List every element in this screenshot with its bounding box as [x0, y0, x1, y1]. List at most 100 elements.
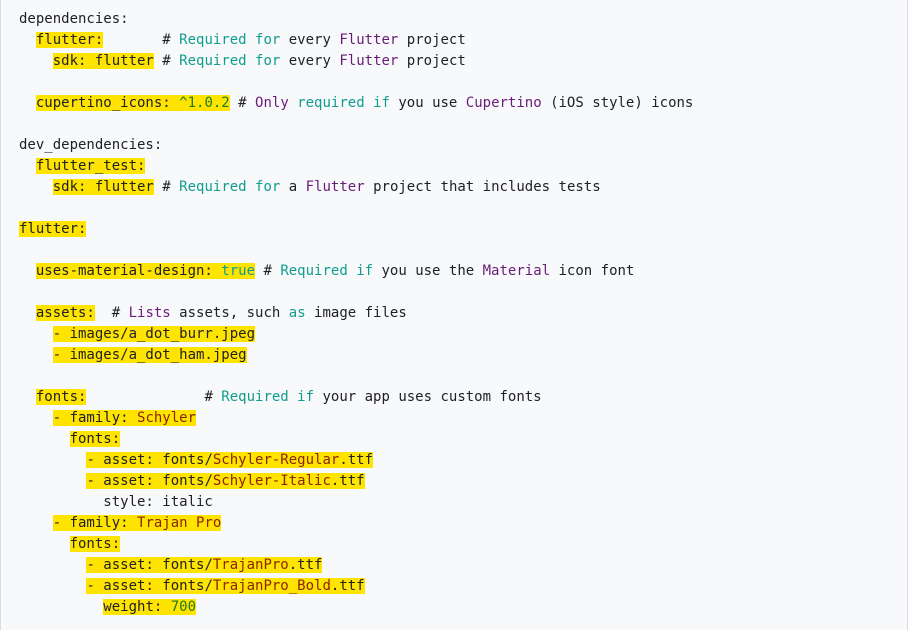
- code-token: Schyler: [137, 410, 197, 426]
- code-token: #: [86, 389, 222, 405]
- code-token: 700: [170, 599, 197, 615]
- code-token: weight:: [103, 599, 171, 615]
- code-token: flutter_test:: [35, 158, 146, 174]
- code-token: flutter:: [35, 32, 104, 48]
- code-line: - asset: fonts/Schyler-Italic.ttf: [19, 471, 693, 492]
- code-token: project: [398, 32, 466, 48]
- code-token: Flutter: [339, 53, 399, 69]
- code-line: dependencies:: [19, 9, 693, 30]
- code-line: assets: # Lists assets, such as image fi…: [19, 303, 693, 324]
- code-token: as: [288, 305, 306, 321]
- code-line: - family: Schyler: [19, 408, 693, 429]
- code-line: uses-material-design: true # Required if…: [19, 261, 693, 282]
- code-token: for: [255, 179, 281, 195]
- code-line: fonts: # Required if your app uses custo…: [19, 387, 693, 408]
- code-token: Required: [221, 389, 289, 405]
- code-token: Required: [280, 263, 348, 279]
- code-token: TrajanPro: [212, 557, 289, 573]
- code-token: #: [94, 305, 129, 321]
- code-line: - family: Trajan Pro: [19, 513, 693, 534]
- code-token: if: [356, 263, 374, 279]
- code-line: flutter_test:: [19, 156, 693, 177]
- code-token: sdk: flutter: [52, 53, 154, 69]
- code-line: cupertino_icons: ^1.0.2 # Only required …: [19, 93, 693, 114]
- code-token: Required: [179, 32, 247, 48]
- code-token: .ttf: [288, 557, 323, 573]
- code-token: Only: [255, 95, 289, 111]
- code-token: #: [103, 32, 180, 48]
- code-token: fonts:: [35, 389, 87, 405]
- code-token: #: [229, 95, 256, 111]
- code-token: - images/a_dot_burr.jpeg: [52, 326, 256, 342]
- code-token: #: [255, 263, 281, 279]
- code-token: your app uses custom fonts: [314, 389, 542, 405]
- code-line: fonts:: [19, 429, 693, 450]
- code-token: required: [297, 95, 365, 111]
- code-token: - asset: fonts/: [86, 452, 213, 468]
- code-token: assets:: [35, 305, 95, 321]
- code-token: if: [297, 389, 315, 405]
- code-token: Schyler-Italic: [212, 473, 331, 489]
- code-line: weight: 700: [19, 597, 693, 618]
- code-line: - asset: fonts/TrajanPro.ttf: [19, 555, 693, 576]
- code-token: true: [221, 263, 256, 279]
- code-token: - family:: [52, 410, 138, 426]
- code-token: - images/a_dot_ham.jpeg: [52, 347, 247, 363]
- pubspec-code-block: dependencies: flutter: # Required for ev…: [19, 9, 693, 618]
- code-token: project that includes tests: [364, 179, 601, 195]
- code-line: style: italic: [19, 492, 693, 513]
- code-token: for: [255, 53, 281, 69]
- code-token: .ttf: [330, 578, 365, 594]
- code-token: style: italic: [19, 494, 213, 510]
- code-token: - asset: fonts/: [86, 557, 213, 573]
- code-token: project: [398, 53, 466, 69]
- code-token: #: [153, 53, 180, 69]
- code-line: flutter: # Required for every Flutter pr…: [19, 30, 693, 51]
- code-token: (iOS style) icons: [541, 95, 694, 111]
- code-token: sdk: flutter: [52, 179, 154, 195]
- code-token: Trajan Pro: [137, 515, 222, 531]
- code-token: cupertino_icons:: [35, 95, 180, 111]
- code-token: assets, such: [170, 305, 289, 321]
- code-token: - family:: [52, 515, 138, 531]
- code-token: - asset: fonts/: [86, 578, 213, 594]
- code-line: - images/a_dot_ham.jpeg: [19, 345, 693, 366]
- code-line: - asset: fonts/TrajanPro_Bold.ttf: [19, 576, 693, 597]
- code-line: - asset: fonts/Schyler-Regular.ttf: [19, 450, 693, 471]
- code-token: you use the: [373, 263, 483, 279]
- code-line: sdk: flutter # Required for every Flutte…: [19, 51, 693, 72]
- code-token: fonts:: [69, 536, 121, 552]
- code-token: icon font: [550, 263, 635, 279]
- code-token: TrajanPro_Bold: [212, 578, 331, 594]
- code-token: a: [280, 179, 306, 195]
- code-token: Flutter: [339, 32, 399, 48]
- code-token: ^1.0.2: [179, 95, 230, 111]
- code-token: image files: [305, 305, 407, 321]
- code-token: flutter:: [19, 221, 87, 237]
